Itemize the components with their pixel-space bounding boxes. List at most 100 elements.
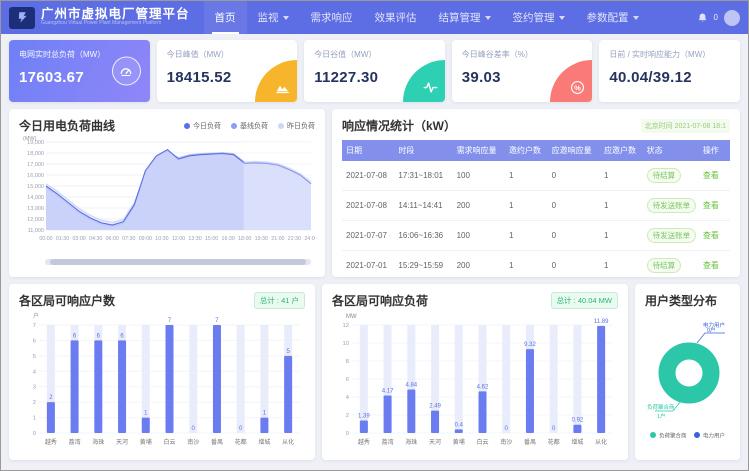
user-type-donut-chart: 电力用户0户负荷聚合商1户负荷聚合商电力用户 <box>645 309 730 450</box>
kpi-card-0: 电网实时总负荷（MW）17603.67 <box>9 40 150 102</box>
chevron-down-icon <box>485 16 491 20</box>
nav-item-0[interactable]: 首页 <box>204 1 247 34</box>
nav-item-3[interactable]: 效果评估 <box>364 1 428 34</box>
svg-text:17,000: 17,000 <box>27 162 44 168</box>
view-link[interactable]: 查看 <box>703 201 719 210</box>
svg-text:12:00: 12:00 <box>172 236 185 242</box>
nav-item-6[interactable]: 参数配置 <box>576 1 650 34</box>
column-header: 时段 <box>394 140 452 161</box>
svg-text:黄埔: 黄埔 <box>453 438 465 446</box>
chevron-down-icon <box>283 16 289 20</box>
column-header: 应邀响应量 <box>548 140 600 161</box>
kpi-card-3: 今日峰谷差率（%）39.03% <box>452 40 593 102</box>
app-title-block: 广州市虚拟电厂管理平台 Guangzhou Virtual Power Plan… <box>41 8 190 26</box>
nav-item-1[interactable]: 监视 <box>247 1 300 34</box>
svg-text:荔湾: 荔湾 <box>382 438 394 446</box>
svg-text:07:30: 07:30 <box>122 236 135 242</box>
table-cell: 100 <box>453 161 505 191</box>
svg-text:4: 4 <box>33 369 37 375</box>
beijing-time-badge: 北京时间 2021-07-08 18:1 <box>641 119 730 133</box>
svg-text:番禺: 番禺 <box>524 439 536 446</box>
table-cell: 1 <box>505 251 548 278</box>
svg-text:12,000: 12,000 <box>27 217 44 223</box>
svg-text:越秀: 越秀 <box>45 438 57 446</box>
svg-text:14,000: 14,000 <box>27 195 44 201</box>
notification-count: 0 <box>714 13 718 22</box>
view-link[interactable]: 查看 <box>703 171 719 180</box>
svg-text:01:30: 01:30 <box>56 236 69 242</box>
dashboard-root: 广州市虚拟电厂管理平台 Guangzhou Virtual Power Plan… <box>0 0 749 471</box>
kpi-label: 今日谷值（MW） <box>314 49 435 60</box>
nav-item-4[interactable]: 结算管理 <box>428 1 502 34</box>
table-cell: 200 <box>453 191 505 221</box>
chart-zoom-slider[interactable] <box>45 259 311 265</box>
district-users-title: 各区局可响应户数 <box>19 292 115 309</box>
nav-item-label: 监视 <box>258 10 279 25</box>
svg-text:0: 0 <box>346 431 349 437</box>
nav-item-5[interactable]: 签约管理 <box>502 1 576 34</box>
app-logo <box>9 7 35 29</box>
nav-item-label: 签约管理 <box>513 10 555 25</box>
svg-text:9.32: 9.32 <box>524 342 536 348</box>
view-link[interactable]: 查看 <box>703 231 719 240</box>
svg-text:南沙: 南沙 <box>187 438 199 446</box>
svg-text:15:00: 15:00 <box>205 236 218 242</box>
middle-row: 今日用电负荷曲线 今日负荷基线负荷昨日负荷 (MW)11,00012,00013… <box>9 109 740 277</box>
nav-item-label: 参数配置 <box>587 10 629 25</box>
district-load-panel: 各区局可响应负荷 总计 : 40.04 MW MW0246810121.39越秀… <box>322 284 628 460</box>
legend-item-2[interactable]: 昨日负荷 <box>278 121 315 131</box>
svg-text:0户: 0户 <box>707 326 716 334</box>
table-cell: 2021-07-08 <box>342 191 394 221</box>
bottom-row: 各区局可响应户数 总计 : 41 户 户012345672越秀6荔湾6海珠6天河… <box>9 284 740 460</box>
svg-text:03:00: 03:00 <box>72 236 85 242</box>
svg-text:增城: 增城 <box>571 438 583 446</box>
svg-text:%: % <box>575 83 582 92</box>
legend-label: 昨日负荷 <box>287 121 315 131</box>
svg-text:从化: 从化 <box>282 438 294 446</box>
svg-text:2: 2 <box>33 400 36 406</box>
svg-text:2.49: 2.49 <box>429 404 441 410</box>
svg-text:天河: 天河 <box>429 438 441 446</box>
table-cell: 200 <box>453 251 505 278</box>
nav-item-2[interactable]: 需求响应 <box>300 1 364 34</box>
column-header: 状态 <box>643 140 699 161</box>
svg-text:11.89: 11.89 <box>594 319 609 325</box>
svg-text:19:30: 19:30 <box>255 236 268 242</box>
percent-icon: % <box>550 60 592 102</box>
table-cell: 0 <box>548 221 600 251</box>
svg-text:09:00: 09:00 <box>139 236 152 242</box>
chevron-down-icon <box>633 16 639 20</box>
view-link[interactable]: 查看 <box>703 261 719 270</box>
svg-text:海珠: 海珠 <box>92 438 104 446</box>
svg-text:22:30: 22:30 <box>288 236 301 242</box>
table-cell: 1 <box>600 251 643 278</box>
main-content: 电网实时总负荷（MW）17603.67今日峰值（MW）18415.52今日谷值（… <box>1 34 748 466</box>
column-header: 操作 <box>699 140 730 161</box>
table-cell: 1 <box>600 161 643 191</box>
svg-text:04:30: 04:30 <box>89 236 102 242</box>
column-header: 需求响应量 <box>453 140 505 161</box>
svg-text:18:00: 18:00 <box>238 236 251 242</box>
district-users-panel: 各区局可响应户数 总计 : 41 户 户012345672越秀6荔湾6海珠6天河… <box>9 284 315 460</box>
district-load-chart: MW0246810121.39越秀4.17荔湾4.84海珠2.49天河0.4黄埔… <box>332 309 618 460</box>
table-cell: 1 <box>505 221 548 251</box>
status-badge: 待结算 <box>647 258 682 273</box>
legend-item-0[interactable]: 今日负荷 <box>184 121 221 131</box>
table-cell: 100 <box>453 221 505 251</box>
column-header: 应邀户数 <box>600 140 643 161</box>
nav-item-label: 效果评估 <box>375 10 417 25</box>
svg-text:21:00: 21:00 <box>271 236 284 242</box>
column-header: 日期 <box>342 140 394 161</box>
svg-text:花都: 花都 <box>548 438 560 446</box>
response-table: 日期时段需求响应量邀约户数应邀响应量应邀户数状态操作 2021-07-0817:… <box>342 140 730 277</box>
table-cell: 15:29~15:59 <box>394 251 452 278</box>
svg-text:4: 4 <box>346 395 350 401</box>
legend-item-1[interactable]: 基线负荷 <box>231 121 268 131</box>
kpi-card-4: 日前 / 实时响应能力（MW）40.04/39.12 <box>599 40 740 102</box>
svg-text:11,000: 11,000 <box>28 228 44 234</box>
svg-text:越秀: 越秀 <box>358 438 370 446</box>
svg-text:4.62: 4.62 <box>477 384 489 390</box>
svg-text:3: 3 <box>33 385 36 391</box>
bell-icon[interactable] <box>697 12 708 24</box>
user-avatar[interactable] <box>724 10 740 26</box>
